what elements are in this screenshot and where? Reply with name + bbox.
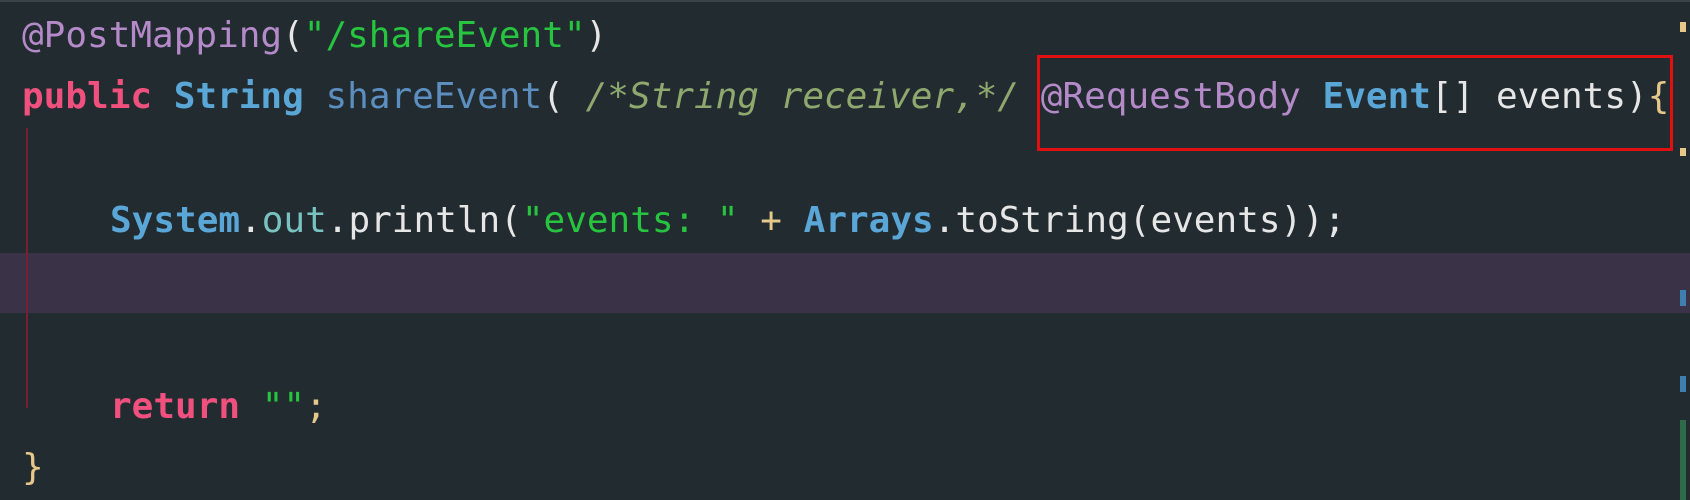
annotation-postmapping: @PostMapping	[22, 15, 283, 56]
keyword-return: return	[110, 386, 241, 427]
method-tostring: toString(events));	[955, 200, 1346, 241]
code-line-1[interactable]: @PostMapping("/shareEvent")	[22, 5, 607, 67]
string-events: "events: "	[521, 200, 739, 241]
string-empty: ""	[261, 386, 306, 427]
paren-open: (	[542, 76, 564, 117]
string-path: "/shareEvent"	[303, 15, 586, 56]
code-editor[interactable]: @PostMapping("/shareEvent") public Strin…	[0, 0, 1690, 500]
method-name: shareEvent	[325, 76, 543, 117]
code-line-5[interactable]: }	[22, 437, 44, 499]
dot: .	[240, 200, 262, 241]
dot: .	[326, 200, 349, 241]
code-line-4[interactable]: return "";	[110, 376, 327, 438]
method-println: println(	[348, 200, 522, 241]
editor-top-border	[0, 0, 1690, 2]
indent-guide	[26, 128, 28, 408]
field-out: out	[261, 200, 327, 241]
code-line-3[interactable]: System.out.println("events: " + Arrays.t…	[110, 190, 1346, 252]
gutter-marker	[1680, 148, 1686, 156]
comment: /*String receiver,*/	[585, 76, 1020, 117]
dot: .	[933, 200, 956, 241]
highlight-box	[1037, 55, 1673, 151]
gutter-marker	[1680, 376, 1686, 392]
type-arrays: Arrays	[803, 200, 934, 241]
gutter-marker	[1680, 22, 1686, 32]
paren-close: )	[585, 15, 608, 56]
type-system: System	[110, 200, 241, 241]
operator-plus: +	[760, 200, 782, 241]
type-string: String	[173, 76, 304, 117]
paren-open: (	[282, 15, 304, 56]
gutter-marker	[1680, 290, 1686, 306]
current-line-highlight	[0, 253, 1690, 313]
gutter-marker	[1680, 420, 1686, 500]
semicolon: ;	[305, 386, 327, 427]
keyword-public: public	[22, 76, 153, 117]
brace-close: }	[22, 447, 44, 488]
